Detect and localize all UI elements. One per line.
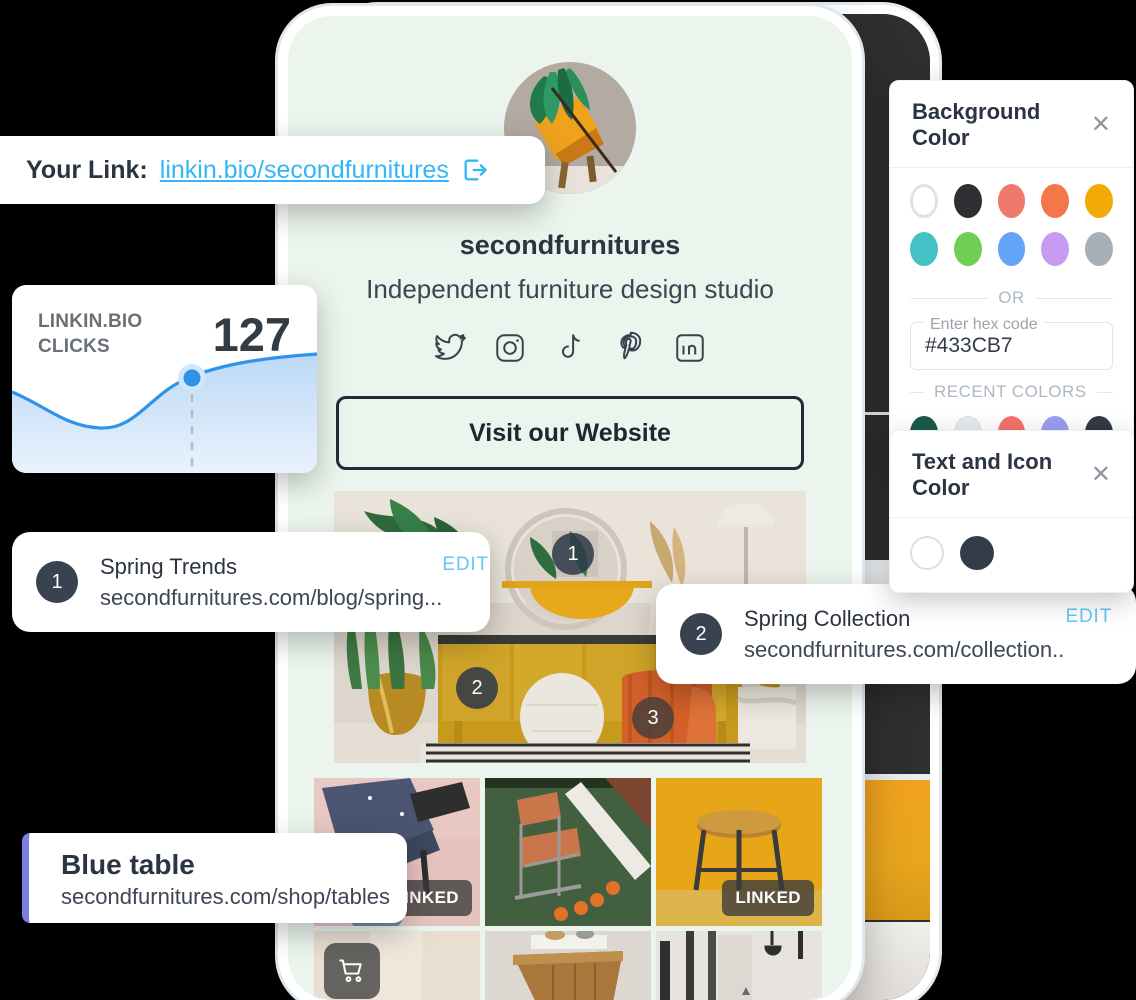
close-icon[interactable]: ✕ (1091, 113, 1111, 137)
color-swatch[interactable] (1085, 184, 1113, 218)
link-card-text: Spring Collection secondfurnitures.com/c… (744, 606, 1066, 663)
or-label: OR (998, 288, 1025, 307)
hero-marker[interactable]: 1 (552, 533, 594, 575)
twitter-icon[interactable] (433, 331, 467, 365)
link-card-title: Spring Collection (744, 605, 911, 631)
grid-tile[interactable] (485, 931, 651, 1000)
grid-tile[interactable] (656, 931, 822, 1000)
color-swatch[interactable] (953, 184, 982, 218)
edit-button[interactable]: EDIT (1066, 606, 1112, 628)
panel-title: Text and Icon Color (912, 449, 1053, 500)
hero-marker[interactable]: 3 (632, 697, 674, 739)
product-card-url: secondfurnitures.com/shop/tables (61, 884, 390, 909)
clicks-sparkline-chart (12, 352, 317, 473)
hex-input-legend: Enter hex code (924, 316, 1044, 334)
text-and-icon-color-panel-header: Text and Icon Color ✕ (890, 431, 1133, 518)
text-and-icon-color-panel: Text and Icon Color ✕ (889, 430, 1134, 593)
text-color-swatches (890, 518, 1133, 592)
background-color-panel-header: Background Color ✕ (890, 81, 1133, 168)
profile-bio: Independent furniture design studio (366, 274, 774, 304)
visit-website-button[interactable]: Visit our Website (336, 396, 804, 470)
color-swatch[interactable] (997, 184, 1026, 218)
color-swatch-white[interactable] (910, 184, 938, 218)
your-link-bar: Your Link: linkin.bio/secondfurnitures (0, 136, 545, 204)
swatch-row (910, 536, 1113, 570)
color-swatch[interactable] (1041, 184, 1070, 218)
instagram-icon[interactable] (493, 331, 527, 365)
color-swatch-white[interactable] (910, 536, 944, 570)
background-color-panel: Background Color ✕ OR Enter hex code #43… (889, 80, 1134, 467)
visit-website-label: Visit our Website (469, 418, 671, 447)
link-card-number: 2 (680, 613, 722, 655)
pinterest-icon[interactable] (613, 331, 647, 365)
swatch-row (910, 184, 1113, 218)
color-swatch[interactable] (997, 232, 1026, 266)
external-link-icon[interactable] (461, 156, 489, 184)
product-card-title: Blue table (61, 849, 195, 880)
grid-tile[interactable] (314, 931, 480, 1000)
shopping-cart-icon (324, 943, 380, 999)
link-card-spring-trends[interactable]: 1 Spring Trends secondfurnitures.com/blo… (12, 532, 490, 632)
hex-input-wrapper: Enter hex code #433CB7 (890, 308, 1133, 380)
panel-title: Background Color (912, 99, 1041, 150)
hex-code-value: #433CB7 (925, 334, 1013, 357)
or-divider: OR (890, 286, 1133, 308)
color-swatch[interactable] (1041, 232, 1070, 266)
link-card-title: Spring Trends (100, 553, 237, 579)
link-card-spring-collection[interactable]: 2 Spring Collection secondfurnitures.com… (656, 584, 1136, 684)
color-swatch[interactable] (953, 232, 982, 266)
swatch-row (910, 232, 1113, 266)
screenshot-stage: udi (0, 0, 1136, 1000)
your-link-label: Your Link: (26, 155, 148, 184)
link-card-url: secondfurnitures.com/blog/spring... (100, 584, 443, 610)
color-swatch[interactable] (1085, 232, 1113, 266)
color-swatch[interactable] (960, 536, 994, 570)
close-icon[interactable]: ✕ (1091, 463, 1111, 487)
grid-tile[interactable] (485, 778, 651, 926)
grid-tile[interactable]: LINKED (656, 778, 822, 926)
link-card-url: secondfurnitures.com/collection.. (744, 636, 1065, 662)
link-card-number: 1 (36, 561, 78, 603)
product-card-blue-table[interactable]: Blue table secondfurnitures.com/shop/tab… (22, 833, 407, 923)
recent-colors-label: RECENT COLORS (934, 382, 1087, 401)
edit-button[interactable]: EDIT (442, 554, 488, 576)
background-color-swatches (890, 168, 1133, 286)
social-links (288, 331, 852, 365)
recent-colors-divider: RECENT COLORS (890, 380, 1133, 402)
profile-handle: secondfurnitures (459, 230, 681, 260)
linkedin-icon[interactable] (673, 331, 707, 365)
linkin-bio-url[interactable]: linkin.bio/secondfurnitures (160, 156, 449, 185)
color-swatch[interactable] (910, 232, 938, 266)
link-card-text: Spring Trends secondfurnitures.com/blog/… (100, 554, 442, 611)
hero-marker[interactable]: 2 (456, 667, 498, 709)
tiktok-icon[interactable] (553, 331, 587, 365)
linkin-bio-clicks-card: LINKIN.BIO CLICKS 127 (12, 285, 317, 473)
linked-badge: LINKED (722, 880, 814, 916)
